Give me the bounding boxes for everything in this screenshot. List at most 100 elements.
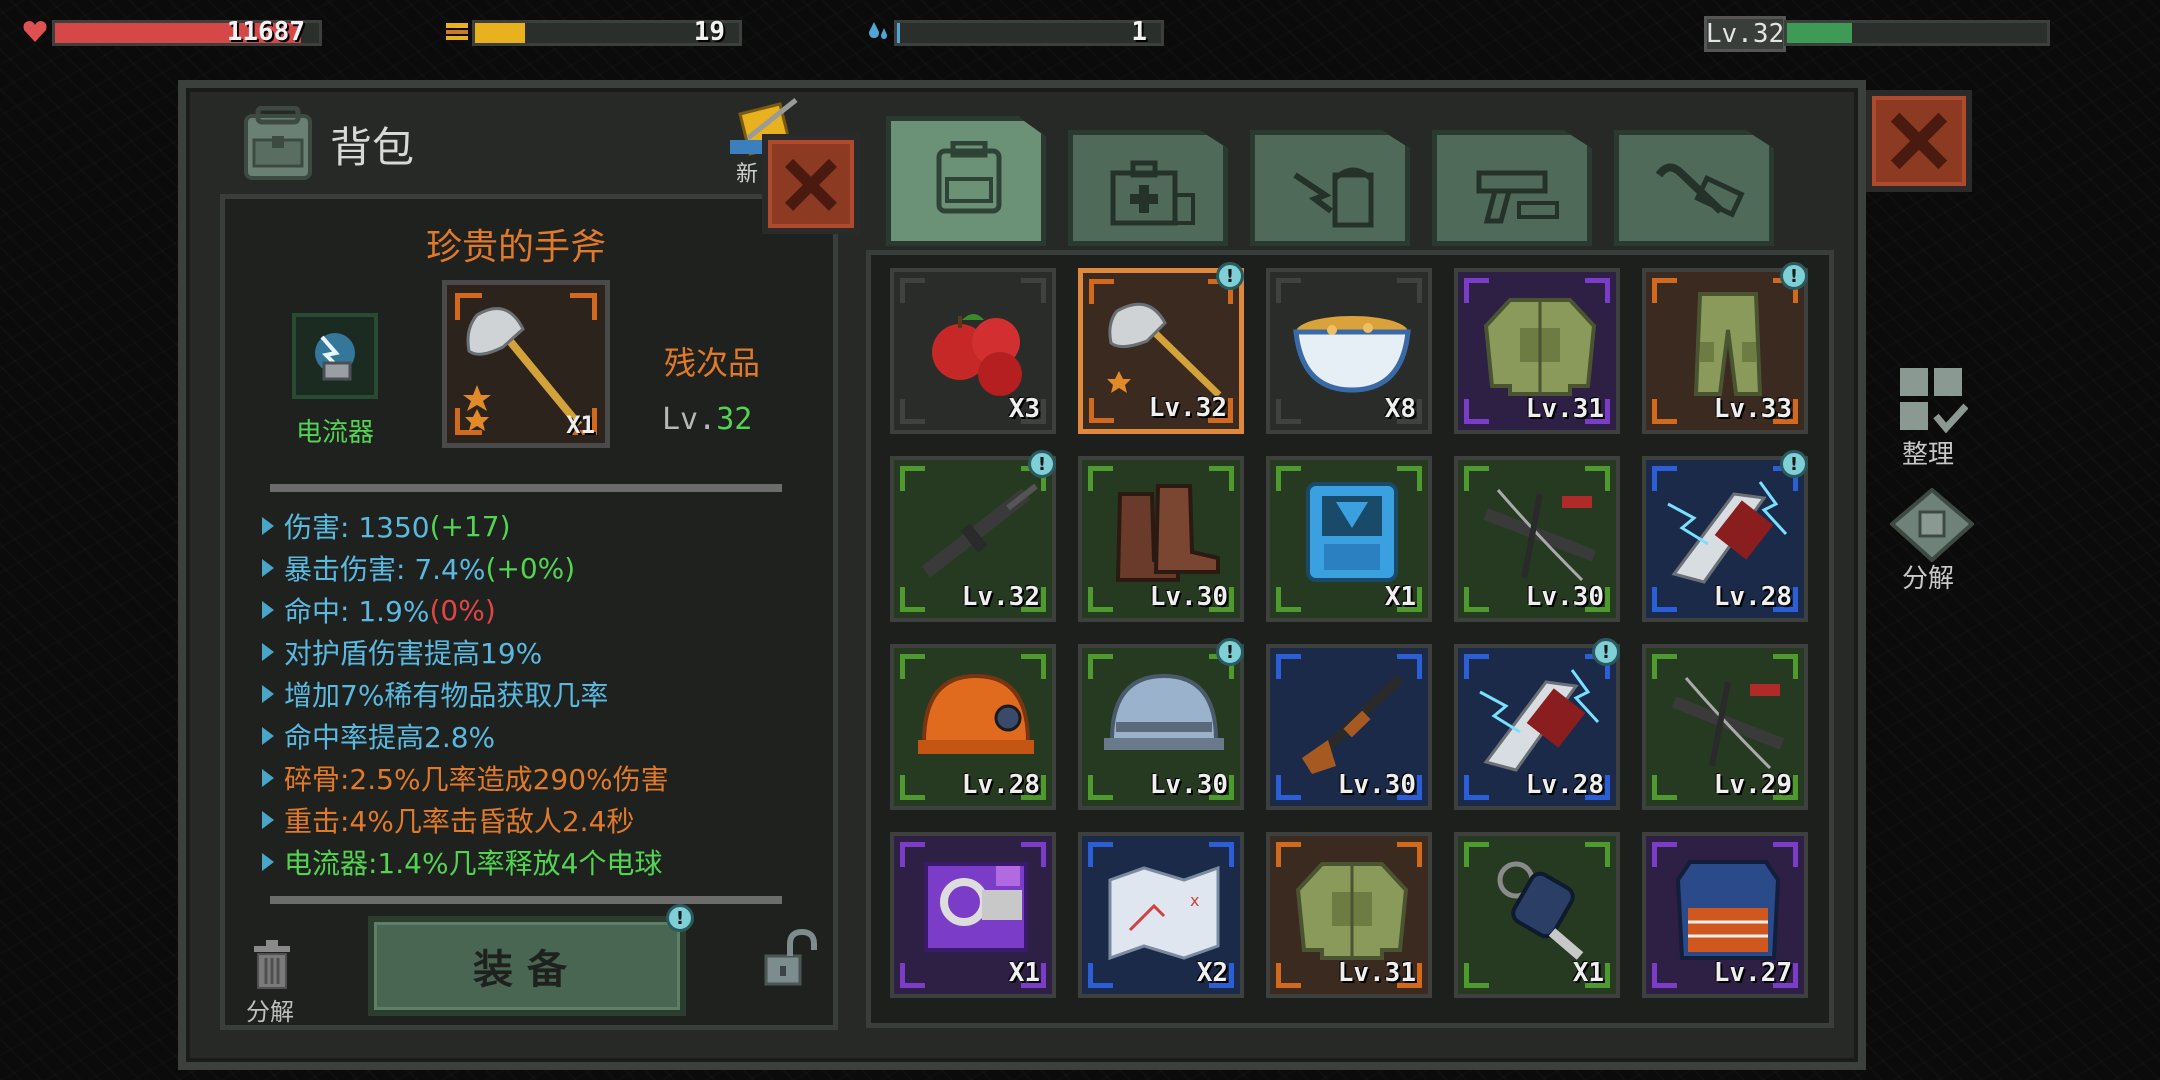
water-value: 1	[1131, 17, 1147, 47]
rarity-corner	[1652, 399, 1677, 424]
inventory-slot[interactable]: Lv.31	[1454, 268, 1620, 434]
tactical-jacket-icon	[1483, 298, 1597, 396]
rarity-corner	[1652, 587, 1677, 612]
rarity-corner	[1276, 587, 1301, 612]
inventory-slot[interactable]: Lv.30	[1078, 644, 1244, 810]
sort-icon[interactable]	[1898, 366, 1968, 436]
equip-alert-badge: !	[666, 904, 694, 932]
electric-mod-icon	[315, 333, 355, 381]
inventory-slot[interactable]: Lv.30	[1454, 456, 1620, 622]
stat-label: 命中率提高2.8%	[284, 721, 496, 754]
detail-close-button[interactable]	[762, 134, 860, 234]
rarity-corner	[900, 963, 925, 988]
rarity-corner	[1088, 587, 1113, 612]
tools-icon	[1655, 163, 1745, 218]
water-drop-icon	[869, 22, 887, 39]
rarity-corner	[1276, 399, 1301, 424]
mod-name: 电流器	[296, 418, 375, 448]
stat-row: 电流器:1.4%几率释放4个电球	[262, 841, 822, 883]
unlock-icon[interactable]	[760, 928, 822, 990]
inventory-slot[interactable]: Lv.30	[1078, 456, 1244, 622]
food-icon	[1293, 167, 1374, 228]
mod-slot[interactable]	[292, 313, 378, 399]
new-item-badge: !	[1028, 450, 1056, 478]
sort-label[interactable]: 整理	[1902, 434, 1954, 471]
rarity-corner	[900, 775, 925, 800]
electric-chainsaw-icon	[1479, 669, 1600, 772]
assault-rifle-icon	[921, 483, 1038, 578]
inventory-slot[interactable]: Lv.28	[890, 644, 1056, 810]
inventory-slot[interactable]: X1	[1266, 456, 1432, 622]
new-item-badge: !	[1592, 638, 1620, 666]
stat-row: 命中率提高2.8%	[262, 715, 822, 757]
tab-food[interactable]	[1250, 130, 1410, 246]
inventory-close-button[interactable]	[1866, 90, 1972, 192]
tab-weapons[interactable]	[1432, 130, 1592, 246]
selected-item-slot: X1	[442, 280, 610, 448]
disassemble-label[interactable]: 分解	[246, 992, 294, 1027]
inventory-slot[interactable]: x X2	[1078, 832, 1244, 998]
key-fob-icon	[1497, 861, 1584, 960]
rarity-corner	[1464, 963, 1489, 988]
slot-caption: X1	[1572, 958, 1604, 988]
hand-axe-icon	[1107, 302, 1222, 398]
bullet-arrow-icon	[262, 769, 274, 787]
tab-tools[interactable]	[1614, 130, 1774, 246]
inventory-slot[interactable]: Lv.27	[1642, 832, 1808, 998]
inventory-slot[interactable]: Lv.28	[1454, 644, 1620, 810]
tactical-jacket-icon	[1295, 862, 1409, 960]
inventory-slot[interactable]: Lv.29	[1642, 644, 1808, 810]
slot-caption: Lv.28	[961, 770, 1040, 800]
bullet-arrow-icon	[262, 811, 274, 829]
inventory-slot[interactable]: Lv.30	[1266, 644, 1432, 810]
food-value: 19	[693, 17, 725, 47]
new-item-badge: !	[1216, 262, 1244, 290]
inventory-slot[interactable]: X8	[1266, 268, 1432, 434]
disassemble-side-label[interactable]: 分解	[1902, 558, 1954, 595]
slot-caption: X2	[1196, 958, 1228, 988]
food-icon	[446, 23, 468, 40]
equip-button[interactable]: 装备	[368, 916, 686, 1016]
svg-text:x: x	[1190, 891, 1199, 910]
new-label: 新	[736, 162, 759, 187]
slot-caption: X8	[1384, 394, 1416, 424]
slot-caption: Lv.30	[1149, 770, 1228, 800]
inventory-slot[interactable]: Lv.28	[1642, 456, 1808, 622]
slot-caption: Lv.30	[1337, 770, 1416, 800]
bullet-arrow-icon	[262, 685, 274, 703]
inventory-slot[interactable]: Lv.32	[1078, 268, 1244, 434]
water-bar: 1	[894, 17, 1164, 47]
inventory-slot[interactable]: X1	[1454, 832, 1620, 998]
blueprint-module-icon	[924, 862, 1028, 952]
backpack-icon	[936, 141, 1002, 214]
stat-row: 伤害: 1350 (+17)	[262, 505, 822, 547]
tab-backpack[interactable]	[886, 116, 1046, 246]
food-fill	[475, 23, 526, 43]
xp-bar	[1784, 20, 2050, 46]
rarity-corner	[900, 399, 925, 424]
inventory-slot[interactable]: Lv.32	[890, 456, 1056, 622]
level-prefix: Lv.	[662, 402, 717, 437]
stat-label: 命中: 1.9%	[284, 595, 430, 628]
rarity-corner	[900, 587, 925, 612]
armor-vest-icon	[1675, 860, 1781, 960]
inventory-slot[interactable]: Lv.31	[1266, 832, 1432, 998]
item-quality: 残次品	[664, 344, 761, 382]
bullet-arrow-icon	[262, 601, 274, 619]
disassemble-icon[interactable]	[1890, 488, 1974, 562]
rarity-corner	[1088, 775, 1113, 800]
medkit-icon	[1110, 160, 1195, 226]
tab-medical[interactable]	[1068, 130, 1228, 246]
inventory-slot[interactable]: X3	[890, 268, 1056, 434]
stat-row: 重击:4%几率击昏敌人2.4秒	[262, 799, 822, 841]
slot-caption: Lv.32	[1148, 393, 1227, 423]
electric-chainsaw-icon	[1667, 481, 1788, 584]
inventory-slot[interactable]: X1	[890, 832, 1056, 998]
trash-icon[interactable]	[250, 940, 294, 990]
inventory-slot[interactable]: Lv.33	[1642, 268, 1808, 434]
bullet-arrow-icon	[262, 853, 274, 871]
stat-row: 碎骨:2.5%几率造成290%伤害	[262, 757, 822, 799]
rarity-corner	[1276, 963, 1301, 988]
backpack-icon	[244, 106, 312, 180]
weapon-icon	[1476, 170, 1559, 224]
